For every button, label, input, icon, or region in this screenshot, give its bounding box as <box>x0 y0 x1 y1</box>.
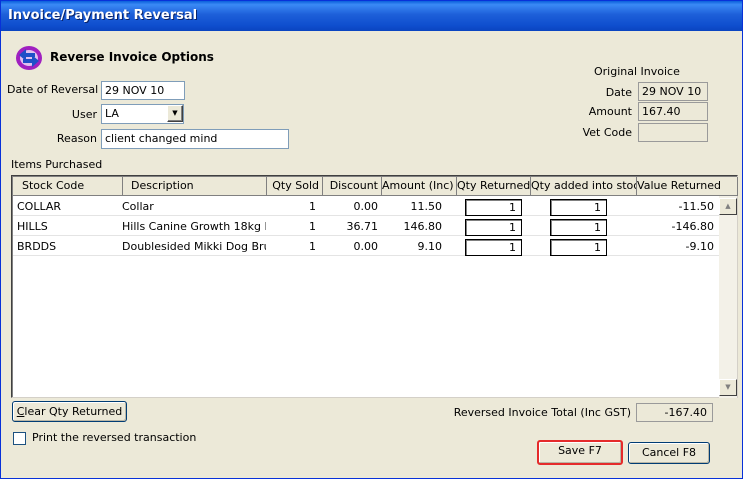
grid-header: Stock Code Description Qty Sold Discount… <box>13 177 738 196</box>
original-date-label: Date <box>605 86 632 99</box>
date-of-reversal-field[interactable]: 29 NOV 10 <box>101 81 185 100</box>
items-purchased-label: Items Purchased <box>11 158 103 171</box>
cell-discount: 36.71 <box>346 220 379 233</box>
cell-stock-code: COLLAR <box>17 200 62 213</box>
date-of-reversal-label: Date of Reversal <box>7 83 99 96</box>
vet-code-label: Vet Code <box>582 126 632 139</box>
reversed-total-field: -167.40 <box>636 403 713 422</box>
cell-qty-sold: 1 <box>309 220 316 233</box>
cell-amount: 11.50 <box>410 200 443 213</box>
reversal-window: Invoice/Payment Reversal Reverse Invoice… <box>0 0 743 479</box>
qty-returned-input[interactable]: 1 <box>465 199 522 216</box>
cell-description: Collar <box>122 200 154 213</box>
original-amount-label: Amount <box>588 105 632 118</box>
original-date-field: 29 NOV 10 <box>638 82 708 101</box>
user-select-value: LA <box>105 107 119 120</box>
save-button[interactable]: Save F7 <box>537 440 623 465</box>
col-value-returned[interactable]: Value Returned <box>637 177 738 196</box>
cell-qty-sold: 1 <box>309 240 316 253</box>
original-invoice-title: Original Invoice <box>594 65 680 78</box>
cell-description: Hills Canine Growth 18kg Inclu <box>122 220 266 233</box>
cell-amount: 146.80 <box>403 220 443 233</box>
table-row[interactable]: BRDDS Doublesided Mikki Dog Brush 1 0.00… <box>13 237 719 256</box>
clear-button-label: lear Qty Returned <box>24 405 123 418</box>
window-title: Invoice/Payment Reversal <box>1 1 742 31</box>
qty-returned-input[interactable]: 1 <box>465 219 522 236</box>
user-label: User <box>71 108 97 121</box>
cell-amount: 9.10 <box>417 240 443 253</box>
reason-label: Reason <box>56 132 97 145</box>
table-row[interactable]: HILLS Hills Canine Growth 18kg Inclu 1 3… <box>13 217 719 236</box>
col-qty-sold[interactable]: Qty Sold <box>267 177 323 196</box>
qty-added-input[interactable]: 1 <box>550 219 607 236</box>
items-grid[interactable]: Stock Code Description Qty Sold Discount… <box>11 175 738 398</box>
grid-scrollbar[interactable]: ▲ ▼ <box>719 196 737 398</box>
cell-discount: 0.00 <box>353 200 379 213</box>
reason-field[interactable]: client changed mind <box>101 129 289 149</box>
cell-discount: 0.00 <box>353 240 379 253</box>
reversed-total-label: Reversed Invoice Total (Inc GST) <box>453 406 631 419</box>
print-reversed-label[interactable]: Print the reversed transaction <box>32 431 196 445</box>
reverse-arrows-icon <box>13 43 44 72</box>
chevron-down-icon[interactable]: ▼ <box>167 105 183 122</box>
original-amount-field: 167.40 <box>638 102 708 121</box>
cell-value-returned: -9.10 <box>685 240 714 253</box>
col-amount[interactable]: Amount (Inc) <box>382 177 457 196</box>
vet-code-field <box>638 123 708 142</box>
col-discount[interactable]: Discount <box>323 177 382 196</box>
col-stock-code[interactable]: Stock Code <box>13 177 123 196</box>
col-description[interactable]: Description <box>123 177 267 196</box>
cancel-button[interactable]: Cancel F8 <box>628 442 710 464</box>
options-heading: Reverse Invoice Options <box>50 50 214 64</box>
cell-value-returned: -146.80 <box>671 220 714 233</box>
cell-value-returned: -11.50 <box>678 200 714 213</box>
clear-qty-returned-button[interactable]: Clear Qty Returned <box>12 401 127 422</box>
qty-added-input[interactable]: 1 <box>550 239 607 256</box>
scroll-down-icon[interactable]: ▼ <box>719 379 737 396</box>
qty-returned-input[interactable]: 1 <box>465 239 522 256</box>
cell-stock-code: BRDDS <box>17 240 57 253</box>
scroll-up-icon[interactable]: ▲ <box>719 198 737 215</box>
cell-qty-sold: 1 <box>309 200 316 213</box>
cell-description: Doublesided Mikki Dog Brush <box>122 240 266 253</box>
cell-stock-code: HILLS <box>17 220 48 233</box>
col-qty-added[interactable]: Qty added into stock <box>531 177 637 196</box>
print-reversed-checkbox[interactable] <box>13 432 26 445</box>
table-row[interactable]: COLLAR Collar 1 0.00 11.50 1 1 -11.50 <box>13 197 719 216</box>
qty-added-input[interactable]: 1 <box>550 199 607 216</box>
col-qty-returned[interactable]: Qty Returned <box>457 177 531 196</box>
